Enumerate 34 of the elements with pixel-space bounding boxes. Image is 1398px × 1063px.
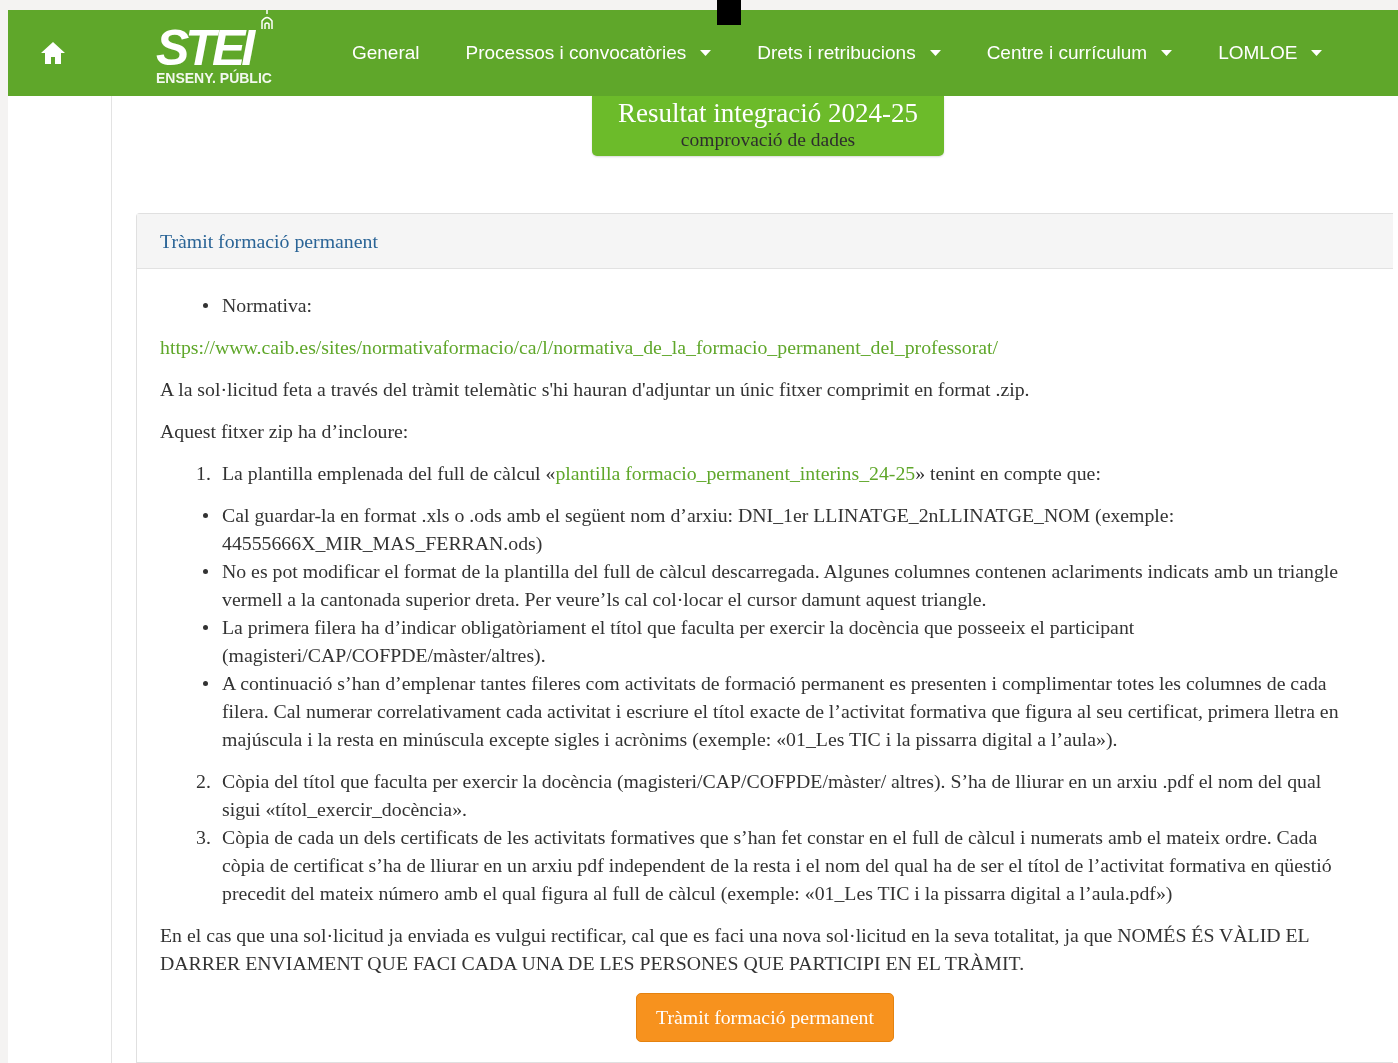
redaction-block [717,0,741,25]
bullet-icon [203,681,208,686]
bullet-icon [203,513,208,518]
list-number: 3. [196,825,211,850]
paragraph-text: A la sol·licitud feta a través del tràmit telemàtic s'hi hauran d'adjuntar un únic fitxer comprimit en format .zip. [160,377,1031,402]
panel-title: Tràmit formació permanent [160,229,378,253]
nav-menu-item[interactable]: General [351,42,420,64]
list-number: 2. [196,769,211,794]
home-icon[interactable] [40,41,66,65]
list-number: 1. [196,461,211,486]
list-item-text: Normativa: [222,294,313,316]
nav-menu-item[interactable]: Centre i currículum [986,42,1173,64]
action-button[interactable]: Tràmit formació permanent [636,993,894,1042]
list-item-text: A continuació s’han d’emplenar tantes fileres com activitats de formació permanent es presenten i complimentar totes les columnes de cada filera. Cal numerar correlativament cada activitat i escriure el títol exacte de l’activitat formativa que figura al seu certificat, primera lletra en majúscula i la resta en minúscula excepte sigles i acrònims (exemple: «01_Les TIC i la pissarra digital a l’aula»). [222,672,1339,750]
regulation-link[interactable]: https://www.caib.es/sites/normativaformacio/ca/l/normativa_de_la_formacio_permanent_del_professorat/ [160,336,999,358]
banner-button[interactable]: Resultat integració 2024-25 comprovació de dades [592,96,944,156]
list-item-text: Cal guardar-la en format .xls o .ods amb el següent nom d’arxiu: DNI_1er LLINATGE_2nLLINATGE_NOM (exemple: 44555666X_MIR_MAS_FERRAN.ods) [222,504,1175,554]
list-item-text: Còpia del títol que faculta per exercir la docència (magisteri/CAP/COFPDE/màster/ altres). S’ha de lliurar en un arxiu .pdf el nom del qual sigui «títol_exercir_docència». [222,770,1322,820]
list-item-text: La plantilla emplenada del full de càlcul «plantilla formacio_permanent_interins_24-25» tenint en compte que: [222,462,1101,484]
paragraph-text: En el cas que una sol·licitud ja enviada es vulgui rectificar, cal que es faci una nova sol·licitud en la seva totalitat, ja que NOMÉS ÉS VÀLID EL DARRER ENVIAMENT QUE FACI CADA UNA DE LES PERSONES QUE PARTICIPI EN EL TRÀMIT. [160,923,1310,976]
bullet-icon [203,303,208,308]
steeple-icon [259,10,274,30]
nav-menu-item[interactable]: Processos i convocatòries [465,42,712,64]
logo-text[interactable]: STEI [156,26,252,70]
paragraph-text: Aquest fitxer zip ha d’incloure: [160,419,410,444]
template-link[interactable]: plantilla formacio_permanent_interins_24-25 [555,462,916,484]
logo-subtitle: ENSENY. PÚBLIC [156,70,272,86]
list-item-text: Còpia de cada un dels certificats de les activitats formatives que s’han fet constar en el full de càlcul i numerats amb el mateix ordre. Cada còpia de certificat s’ha de lliurar en un arxiu pdf independent de la resta i el nom del qual ha de ser el títol de l’activitat formativa en qüestió precedit del mateix número amb el qual figura al full de càlcul (exemple: «01_Les TIC i la pissarra digital a l’aula.pdf») [222,826,1332,904]
bullet-icon [203,625,208,630]
nav-menu-item[interactable]: LOMLOE [1218,42,1323,64]
nav-menu-item[interactable]: Drets i retribucions [757,42,941,64]
list-item-text: La primera filera ha d’indicar obligatòriament el títol que faculta per exercir la docència que posseeix el participant (magisteri/CAP/COFPDE/màster/altres). [222,616,1135,666]
bullet-icon [203,569,208,574]
list-item-text: No es pot modificar el format de la plantilla del full de càlcul descarregada. Algunes columnes contenen aclariments indicats amb un triangle vermell a la cantonada superior dreta. Per veure’ls cal col·locar el cursor damunt aquest triangle. [222,560,1339,610]
